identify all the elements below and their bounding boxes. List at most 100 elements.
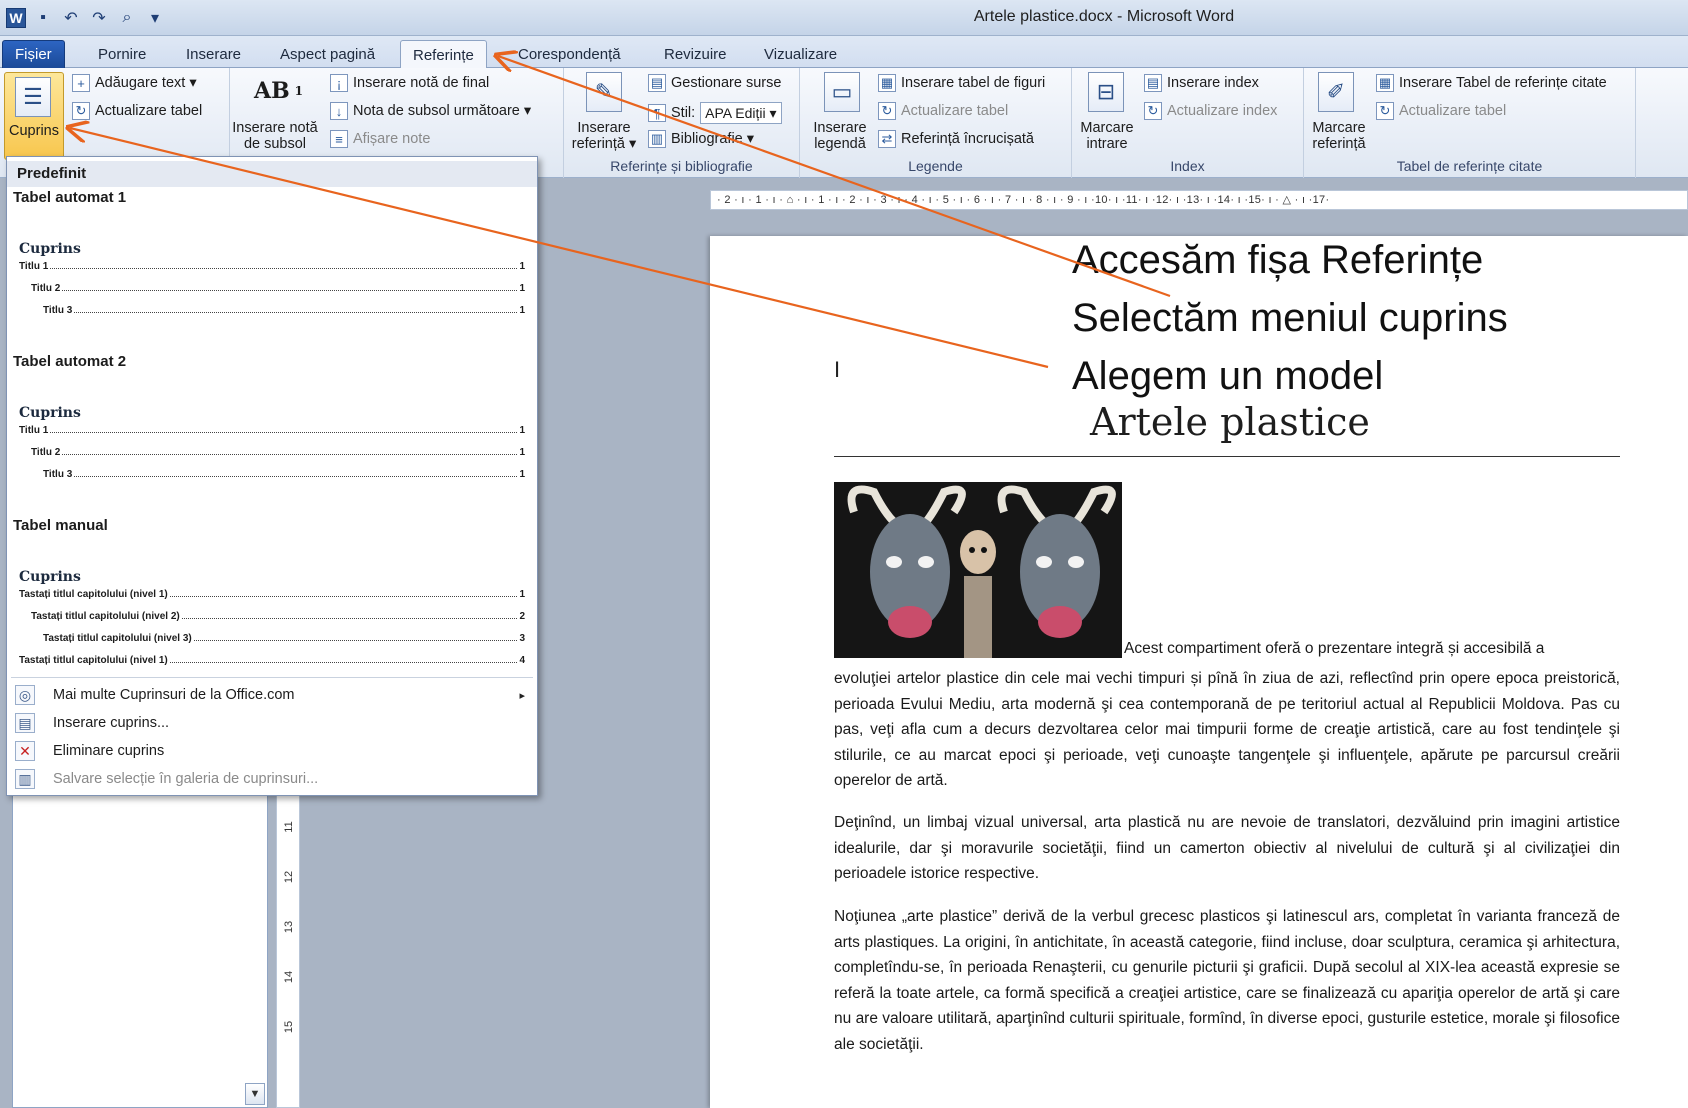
toc-preview-line: Titlu 21 [31, 283, 525, 294]
insert-table-of-figures-button[interactable]: ▦ Inserare tabel de figuri [878, 74, 1045, 92]
insert-index-button[interactable]: ▤ Inserare index [1144, 74, 1259, 92]
toc-preview-heading: Cuprins [19, 405, 81, 421]
manage-sources-icon: ▤ [648, 74, 666, 92]
mark-citation-line1: Marcare [1312, 120, 1366, 136]
remove-toc-command[interactable]: ✕ Eliminare cuprins [7, 737, 537, 765]
add-text-icon: + [72, 74, 90, 92]
tab-page-layout[interactable]: Aspect pagină [268, 40, 387, 68]
cross-reference-label: Referință încrucișată [901, 131, 1034, 147]
text-cursor: I [834, 357, 841, 382]
authorities-group: ✐ Marcare referință ▦ Inserare Tabel de … [1304, 68, 1636, 178]
update-table-icon: ↻ [72, 102, 90, 120]
insert-footnote-icon[interactable]: AB 1 [254, 78, 303, 104]
bibliography-icon: ▥ [648, 130, 666, 148]
style-label: Stil: [671, 105, 696, 121]
mark-entry-button[interactable]: Marcare intrare [1072, 120, 1142, 152]
insert-table-of-figures-label: Inserare tabel de figuri [901, 75, 1046, 91]
paragraph-3: Noţiunea „arte plastice” derivă de la ve… [834, 908, 1620, 1053]
more-tocs-label: Mai multe Cuprinsuri de la Office.com [53, 687, 295, 703]
insert-caption-line1: Inserare [813, 120, 867, 136]
tab-home[interactable]: Pornire [86, 40, 158, 68]
citation-style-select[interactable]: APA Ediții ▾ [700, 102, 782, 124]
insert-caption-line2: legendă [814, 136, 866, 152]
save-selection-to-gallery-command[interactable]: ▥ Salvare selecție în galeria de cuprins… [7, 765, 537, 793]
vertical-ruler-number: 13 [283, 920, 295, 934]
title-underline [834, 456, 1620, 457]
paragraph-1-first-line: Acest compartiment oferă o prezentare in… [1124, 640, 1545, 657]
update-table-icon: ↻ [878, 102, 896, 120]
toc-item-title: Tabel manual [13, 517, 108, 534]
insert-index-label: Inserare index [1167, 75, 1259, 91]
mark-citation-icon: ✐ [1318, 72, 1354, 112]
update-figures-table-button[interactable]: ↻ Actualizare tabel [878, 102, 1008, 120]
update-index-icon: ↻ [1144, 102, 1162, 120]
insert-endnote-label: Inserare notă de final [353, 75, 490, 91]
show-notes-label: Afișare note [353, 131, 431, 147]
tab-file[interactable]: Fișier [2, 40, 65, 68]
tab-view[interactable]: Vizualizare [752, 40, 849, 68]
mark-citation-button[interactable]: Marcare referință [1304, 120, 1374, 152]
tab-references[interactable]: Referințe [400, 40, 487, 69]
insert-caption-icon: ▭ [824, 72, 860, 112]
toc-gallery-item-auto1[interactable]: Tabel automat 1 Cuprins Titlu 11 Titlu 2… [7, 189, 537, 347]
update-table-icon: ↻ [1376, 102, 1394, 120]
vertical-ruler-number: 14 [283, 970, 295, 984]
cross-reference-icon: ⇄ [878, 130, 896, 148]
toc-gallery-item-manual[interactable]: Tabel manual Cuprins Tastați titlul capi… [7, 517, 537, 687]
globe-icon: ◎ [15, 685, 35, 705]
more-tocs-office-com[interactable]: ◎ Mai multe Cuprinsuri de la Office.com … [7, 681, 537, 709]
citations-group: ✎ Inserare referință ▾ ▤ Gestionare surs… [564, 68, 800, 178]
update-toc-button[interactable]: ↻ Actualizare tabel [72, 102, 202, 120]
paragraph-1: evoluţiei artelor plastice din cele mai … [834, 670, 1620, 789]
horizontal-ruler[interactable]: · 2 · ı · 1 · ı · ⌂ · ı · 1 · ı · 2 · ı … [710, 190, 1688, 210]
table-of-contents-button[interactable]: ☰ Cuprins [4, 72, 64, 160]
scroll-down-button[interactable]: ▼ [245, 1083, 265, 1105]
update-figures-table-label: Actualizare tabel [901, 103, 1009, 119]
manage-sources-button[interactable]: ▤ Gestionare surse [648, 74, 781, 92]
insert-footnote-line2: de subsol [243, 136, 307, 152]
menu-section-predefined: Predefinit [7, 161, 537, 187]
next-footnote-button[interactable]: ↓ Nota de subsol următoare ▾ [330, 102, 531, 120]
tab-mailings[interactable]: Corespondență [506, 40, 633, 68]
add-text-label: Adăugare text ▾ [95, 75, 197, 91]
insert-caption-button[interactable]: Inserare legendă [800, 120, 880, 152]
toc-button-label: Cuprins [9, 123, 59, 139]
update-toc-label: Actualizare tabel [95, 103, 203, 119]
authorities-group-label: Tabel de referințe citate [1396, 158, 1543, 174]
toc-preview-line: Titlu 31 [43, 305, 525, 316]
insert-citation-line2: referință ▾ [571, 136, 637, 152]
tab-review[interactable]: Revizuire [652, 40, 739, 68]
toc-preview-line: Titlu 21 [31, 447, 525, 458]
insert-citation-button[interactable]: Inserare referință ▾ [564, 120, 644, 152]
toc-item-title: Tabel automat 2 [13, 353, 127, 370]
citations-group-label: Referințe și bibliografie [610, 158, 753, 174]
artwork-image[interactable] [834, 482, 1122, 658]
toc-gallery-item-auto2[interactable]: Tabel automat 2 Cuprins Titlu 11 Titlu 2… [7, 353, 537, 511]
save-selection-label: Salvare selecție în galeria de cuprinsur… [53, 771, 319, 787]
insert-table-of-authorities-button[interactable]: ▦ Inserare Tabel de referințe citate [1376, 74, 1607, 92]
toc-item-title: Tabel automat 1 [13, 189, 127, 206]
cross-reference-button[interactable]: ⇄ Referință încrucișată [878, 130, 1034, 148]
show-notes-button[interactable]: ≡ Afișare note [330, 130, 430, 148]
footnote-ab-glyph: AB [254, 78, 290, 104]
annotation-step-2: Selectăm meniul cuprins [1072, 296, 1508, 340]
update-index-button[interactable]: ↻ Actualizare index [1144, 102, 1277, 120]
citation-style: ¶ Stil: APA Ediții ▾ [648, 102, 782, 124]
update-authorities-table-button[interactable]: ↻ Actualizare tabel [1376, 102, 1506, 120]
bibliography-button[interactable]: ▥ Bibliografie ▾ [648, 130, 754, 148]
toc-preview-heading: Cuprins [19, 241, 81, 257]
document-icon: ▤ [15, 713, 35, 733]
save-gallery-icon: ▥ [15, 769, 35, 789]
submenu-arrow-icon: ▸ [519, 689, 525, 702]
annotation-step-3: Alegem un model [1072, 354, 1384, 398]
vertical-ruler-number: 12 [283, 870, 295, 884]
toc-icon: ☰ [15, 77, 51, 117]
toc-preview-line: Titlu 31 [43, 469, 525, 480]
insert-footnote-button[interactable]: Inserare notă de subsol [230, 120, 320, 152]
insert-endnote-button[interactable]: ¡ Inserare notă de final [330, 74, 489, 92]
endnote-icon: ¡ [330, 74, 348, 92]
menu-separator [11, 677, 533, 678]
add-text-button[interactable]: + Adăugare text ▾ [72, 74, 197, 92]
insert-toc-command[interactable]: ▤ Inserare cuprins... [7, 709, 537, 737]
tab-insert[interactable]: Inserare [174, 40, 253, 68]
